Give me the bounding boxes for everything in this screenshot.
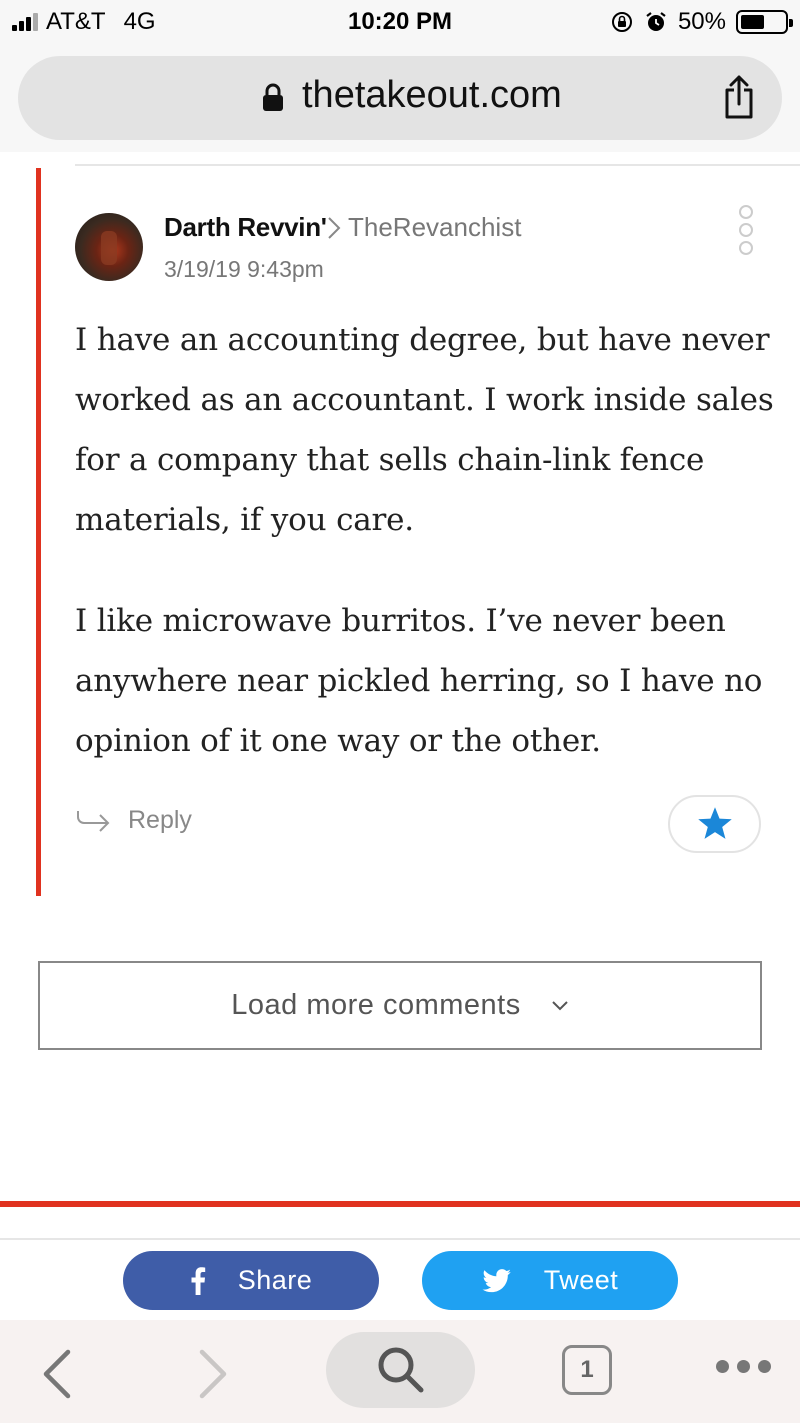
battery-icon xyxy=(736,10,793,34)
battery-percent: 50% xyxy=(677,8,726,35)
more-options-icon[interactable] xyxy=(736,205,756,261)
comment-paragraph: I have an accounting degree, but have ne… xyxy=(75,322,774,538)
rotation-lock-icon xyxy=(611,12,632,32)
footer-accent-line xyxy=(0,1201,800,1207)
reply-arrow-icon xyxy=(77,810,110,832)
alarm-icon xyxy=(646,12,666,31)
chevron-down-icon xyxy=(552,1000,568,1010)
url-text[interactable]: thetakeout.com xyxy=(302,74,562,117)
share-icon[interactable] xyxy=(722,74,756,120)
reply-to[interactable]: TheRevanchist xyxy=(326,212,521,243)
star-icon xyxy=(697,807,732,839)
back-icon[interactable] xyxy=(38,1348,74,1400)
facebook-icon xyxy=(191,1266,205,1295)
load-more-label: Load more comments xyxy=(231,989,521,1021)
avatar[interactable] xyxy=(75,213,143,281)
twitter-tweet-label: Tweet xyxy=(543,1265,619,1295)
comment-author[interactable]: Darth Revvin' xyxy=(164,212,327,243)
address-bar[interactable]: thetakeout.com xyxy=(18,56,782,140)
twitter-icon xyxy=(482,1268,511,1292)
browser-chrome: thetakeout.com xyxy=(0,46,800,152)
more-icon[interactable] xyxy=(716,1360,771,1373)
footer-divider xyxy=(0,1238,800,1240)
facebook-share-button[interactable]: Share xyxy=(123,1251,379,1310)
status-bar: AT&T 4G 10:20 PM 50% xyxy=(0,0,800,46)
tabs-button[interactable]: 1 xyxy=(562,1345,612,1395)
load-more-comments-button[interactable]: Load more comments xyxy=(38,961,762,1050)
browser-toolbar: 1 xyxy=(0,1320,800,1423)
search-icon xyxy=(378,1347,423,1393)
reply-button[interactable]: Reply xyxy=(76,806,192,835)
comment-highlight-bar xyxy=(36,168,41,896)
search-button[interactable] xyxy=(326,1332,475,1408)
lock-icon xyxy=(263,83,283,111)
divider xyxy=(75,164,800,166)
facebook-share-label: Share xyxy=(237,1265,313,1295)
status-right: 50% xyxy=(610,8,793,36)
chevron-right-icon xyxy=(328,216,341,239)
star-button[interactable] xyxy=(668,795,761,853)
tab-count: 1 xyxy=(580,1356,594,1383)
comment-timestamp[interactable]: 3/19/19 9:43pm xyxy=(164,256,324,283)
reply-to-username[interactable]: TheRevanchist xyxy=(348,212,521,243)
reply-label: Reply xyxy=(128,806,192,834)
twitter-tweet-button[interactable]: Tweet xyxy=(422,1251,678,1310)
forward-icon[interactable] xyxy=(196,1348,232,1400)
comment-paragraph: I like microwave burritos. I’ve never be… xyxy=(75,603,763,759)
comment-body: I have an accounting degree, but have ne… xyxy=(75,310,775,812)
